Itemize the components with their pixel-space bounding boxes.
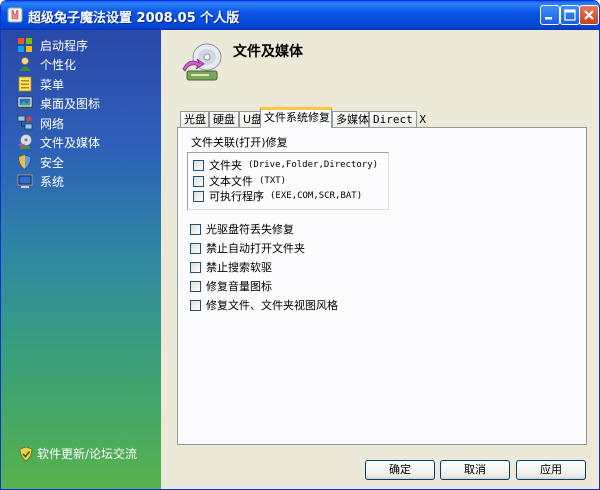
sidebar-item-label: 网络 [40,116,65,131]
sidebar-item-personalize[interactable]: 个性化 [17,55,76,73]
checkbox-label: 禁止自动打开文件夹 [206,242,305,255]
security-icon [18,154,32,170]
page-title: 文件及媒体 [233,44,303,60]
file-media-icon [18,134,32,149]
close-icon [584,10,594,20]
sidebar-item-menu[interactable]: 菜单 [17,75,64,93]
sidebar-item-label: 桌面及图标 [40,96,101,111]
assoc-text-file-checkbox[interactable]: 文本文件 (TXT) [193,173,286,189]
sidebar-item-label: 文件及媒体 [40,135,101,150]
close-button[interactable] [579,5,599,25]
sidebar-item-file-media[interactable]: 文件及媒体 [17,133,100,151]
tab-directx[interactable]: Direct X [369,111,426,127]
file-association-section-label: 文件关联(打开)修复 [191,136,288,149]
sidebar: 启动程序 个性化 菜单 桌面及图标 网络 文件及媒体 安全 系统 软件更新/论坛… [1,30,161,489]
personalize-icon [19,57,31,71]
disable-auto-open-folder-checkbox[interactable]: 禁止自动打开文件夹 [190,240,305,256]
sidebar-item-label: 启动程序 [40,38,89,53]
checkbox-label: 可执行程序 [209,190,264,203]
shield-update-icon [19,446,33,461]
tab-optical-disc[interactable]: 光盘 [180,111,209,127]
checkbox-detail: (EXE,COM,SCR,BAT) [270,191,363,201]
sidebar-item-startup[interactable]: 启动程序 [17,36,88,54]
cdrom-drive-letter-repair-checkbox[interactable]: 光驱盘符丢失修复 [190,221,294,237]
tab-usb-disk[interactable]: U盘 [239,111,262,127]
update-link-label: 软件更新/论坛交流 [37,447,138,461]
app-window: 超级兔子魔法设置 2008.05 个人版 启动程序 个性化 菜单 桌面及图标 网… [0,0,600,490]
repair-folder-view-style-checkbox[interactable]: 修复文件、文件夹视图风格 [190,297,338,313]
checkbox-label: 禁止搜索软驱 [206,261,272,274]
menu-icon [18,76,32,92]
window-title: 超级兔子魔法设置 2008.05 个人版 [28,11,240,26]
repair-volume-icon-checkbox[interactable]: 修复音量图标 [190,278,272,294]
cancel-button[interactable]: 取消 [440,460,510,480]
checkbox-detail: (TXT) [259,176,287,186]
tab-hard-disk[interactable]: 硬盘 [209,111,239,127]
checkbox-box[interactable] [190,299,201,311]
checkbox-label: 文件夹 [209,159,242,172]
sidebar-item-label: 菜单 [40,77,65,92]
checkbox-box[interactable] [193,190,204,202]
system-icon [17,174,33,188]
checkbox-label: 修复文件、文件夹视图风格 [206,299,338,312]
checkbox-box[interactable] [193,159,204,171]
network-icon [17,115,33,130]
sidebar-item-label: 个性化 [40,57,77,72]
sidebar-item-label: 系统 [40,174,65,189]
checkbox-label: 文本文件 [209,175,253,188]
rabbit-app-icon [7,7,23,23]
maximize-icon [564,9,576,21]
assoc-folder-checkbox[interactable]: 文件夹 (Drive,Folder,Directory) [193,157,378,173]
assoc-executable-checkbox[interactable]: 可执行程序 (EXE,COM,SCR,BAT) [193,188,362,204]
checkbox-detail: (Drive,Folder,Directory) [248,160,379,170]
disable-floppy-search-checkbox[interactable]: 禁止搜索软驱 [190,259,272,275]
maximize-button[interactable] [560,5,580,25]
desktop-icon [17,96,33,110]
update-forum-link[interactable]: 软件更新/论坛交流 [19,445,137,462]
title-bar[interactable]: 超级兔子魔法设置 2008.05 个人版 [1,1,599,30]
minimize-icon [545,17,552,20]
checkbox-label: 修复音量图标 [206,280,272,293]
checkbox-box[interactable] [190,242,201,254]
tab-multimedia[interactable]: 多媒体 [332,111,369,127]
checkbox-label: 光驱盘符丢失修复 [206,223,294,236]
sidebar-item-security[interactable]: 安全 [17,153,64,171]
checkbox-box[interactable] [190,280,201,292]
sidebar-item-system[interactable]: 系统 [17,172,64,190]
apply-button[interactable]: 应用 [516,460,586,480]
tab-filesystem-repair[interactable]: 文件系统修复 [260,107,332,128]
file-media-header-icon [182,43,222,81]
checkbox-box[interactable] [190,261,201,273]
minimize-button[interactable] [540,5,560,25]
sidebar-item-network[interactable]: 网络 [17,114,64,132]
ok-button[interactable]: 确定 [365,460,435,480]
checkbox-box[interactable] [193,175,204,187]
sidebar-item-label: 安全 [40,155,65,170]
startup-icon [18,38,32,52]
checkbox-box[interactable] [190,223,201,235]
sidebar-item-desktop[interactable]: 桌面及图标 [17,94,100,112]
